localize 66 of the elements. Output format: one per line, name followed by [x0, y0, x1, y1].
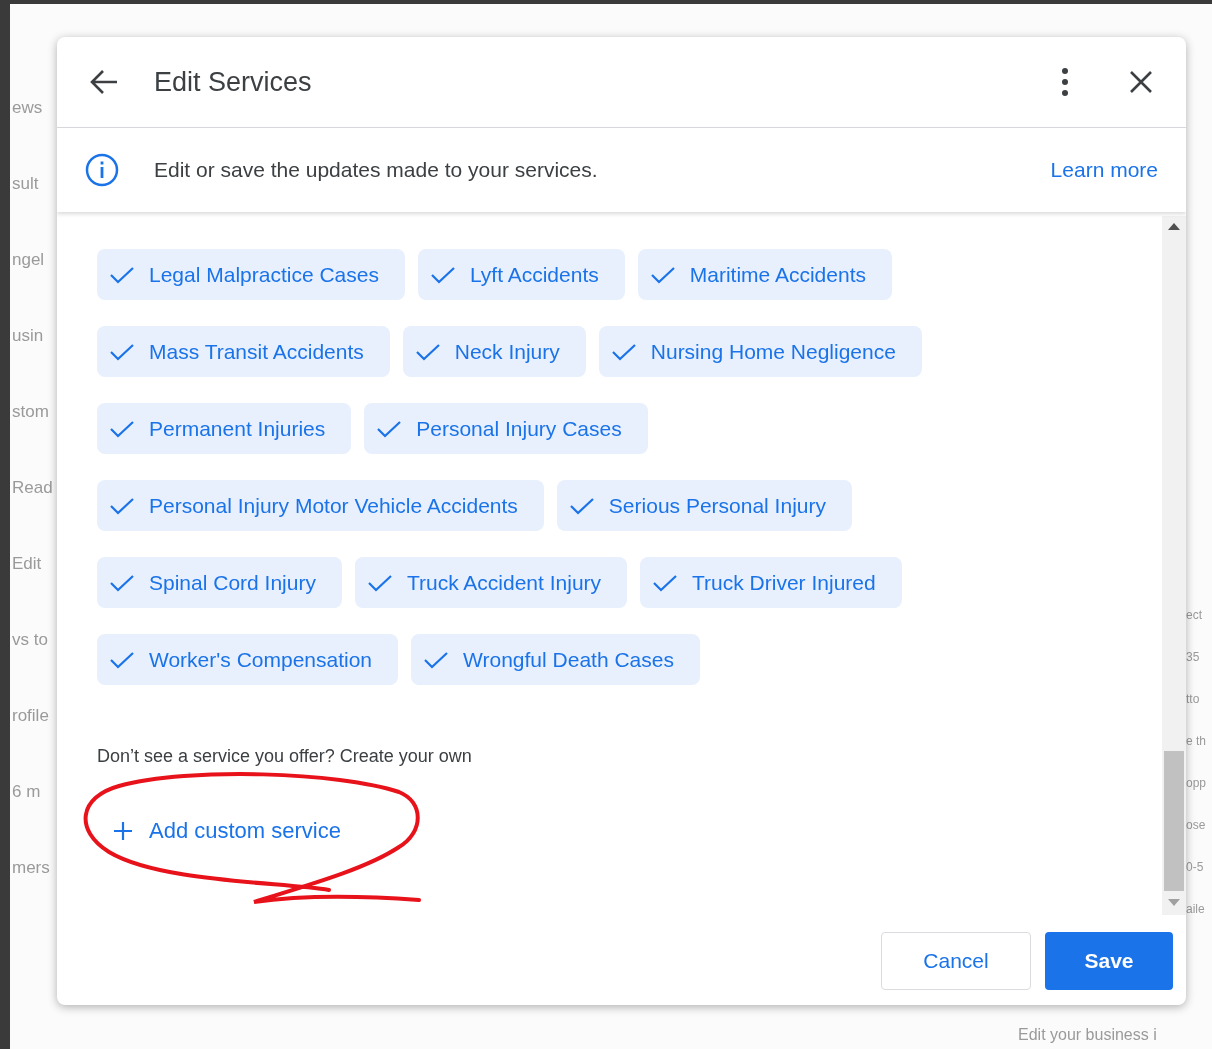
check-icon	[109, 649, 135, 670]
background-text: ect	[1186, 607, 1202, 624]
learn-more-link[interactable]: Learn more	[1050, 154, 1158, 186]
background-text: rofile	[12, 705, 50, 727]
service-chip[interactable]: Lyft Accidents	[417, 249, 625, 300]
check-icon	[109, 264, 135, 285]
background-text: 35	[1186, 649, 1200, 666]
service-chip[interactable]: Truck Accident Injury	[354, 557, 628, 608]
background-text: Edit	[12, 553, 43, 575]
cancel-button[interactable]: Cancel	[881, 932, 1031, 990]
background-text: ews	[12, 97, 44, 119]
back-arrow-icon	[89, 69, 119, 95]
background-text: usin	[12, 325, 45, 347]
check-icon	[109, 572, 135, 593]
background-text: mers	[12, 857, 51, 879]
check-icon	[429, 264, 456, 285]
scrollbar[interactable]	[1162, 216, 1186, 915]
check-icon	[366, 572, 393, 593]
check-icon	[649, 264, 676, 285]
service-chip[interactable]: Legal Malpractice Cases	[97, 249, 405, 300]
check-icon	[414, 341, 441, 362]
background-text: aile	[1186, 901, 1205, 918]
background-text: opp	[1186, 775, 1207, 792]
background-text: e th	[1186, 733, 1206, 750]
custom-service-prompt: Don’t see a service you offer? Create your own	[97, 745, 473, 768]
service-chip[interactable]: Serious Personal Injury	[556, 480, 852, 531]
scroll-up-icon	[1168, 222, 1180, 230]
background-text: tto	[1186, 691, 1200, 708]
info-text: Edit or save the updates made to your services.	[154, 157, 598, 184]
background-text: sult	[12, 173, 40, 195]
check-icon	[610, 341, 637, 362]
check-icon	[109, 418, 135, 439]
check-icon	[109, 495, 135, 516]
background-text: 6 m	[12, 781, 42, 803]
background-text: vs to	[12, 629, 49, 651]
scroll-down-icon	[1168, 899, 1180, 907]
service-chip[interactable]: Worker's Compensation	[97, 634, 399, 685]
check-icon	[652, 572, 679, 593]
service-chip[interactable]: Spinal Cord Injury	[97, 557, 342, 608]
service-chip[interactable]: Mass Transit Accidents	[97, 326, 390, 377]
background-text: Edit your business i	[1018, 1025, 1157, 1045]
dialog-title: Edit Services	[154, 65, 312, 99]
service-chip[interactable]: Permanent Injuries	[97, 403, 352, 454]
more-vertical-icon	[1061, 67, 1069, 97]
service-chip[interactable]: Maritime Accidents	[637, 249, 892, 300]
check-icon	[568, 495, 595, 516]
background-text: Read	[12, 477, 54, 499]
service-chip[interactable]: Truck Driver Injured	[640, 557, 902, 608]
service-chip[interactable]: Wrongful Death Cases	[411, 634, 700, 685]
add-custom-service-button[interactable]: Add custom service	[113, 814, 341, 847]
check-icon	[376, 418, 403, 439]
check-icon	[423, 649, 450, 670]
background-text: ngel	[12, 249, 46, 271]
service-chip[interactable]: Nursing Home Negligence	[598, 326, 922, 377]
close-icon	[1129, 70, 1153, 94]
check-icon	[109, 341, 135, 362]
plus-icon	[113, 820, 133, 841]
background-text: 0-5	[1186, 859, 1204, 876]
background-text: stom	[12, 401, 50, 423]
scrollbar-thumb[interactable]	[1164, 751, 1184, 891]
service-chip[interactable]: Personal Injury Cases	[364, 403, 648, 454]
service-chip[interactable]: Personal Injury Motor Vehicle Accidents	[97, 480, 544, 531]
background-text: ose	[1186, 817, 1206, 834]
save-button[interactable]: Save	[1045, 932, 1173, 990]
service-chip[interactable]: Neck Injury	[402, 326, 586, 377]
info-icon	[85, 153, 119, 187]
